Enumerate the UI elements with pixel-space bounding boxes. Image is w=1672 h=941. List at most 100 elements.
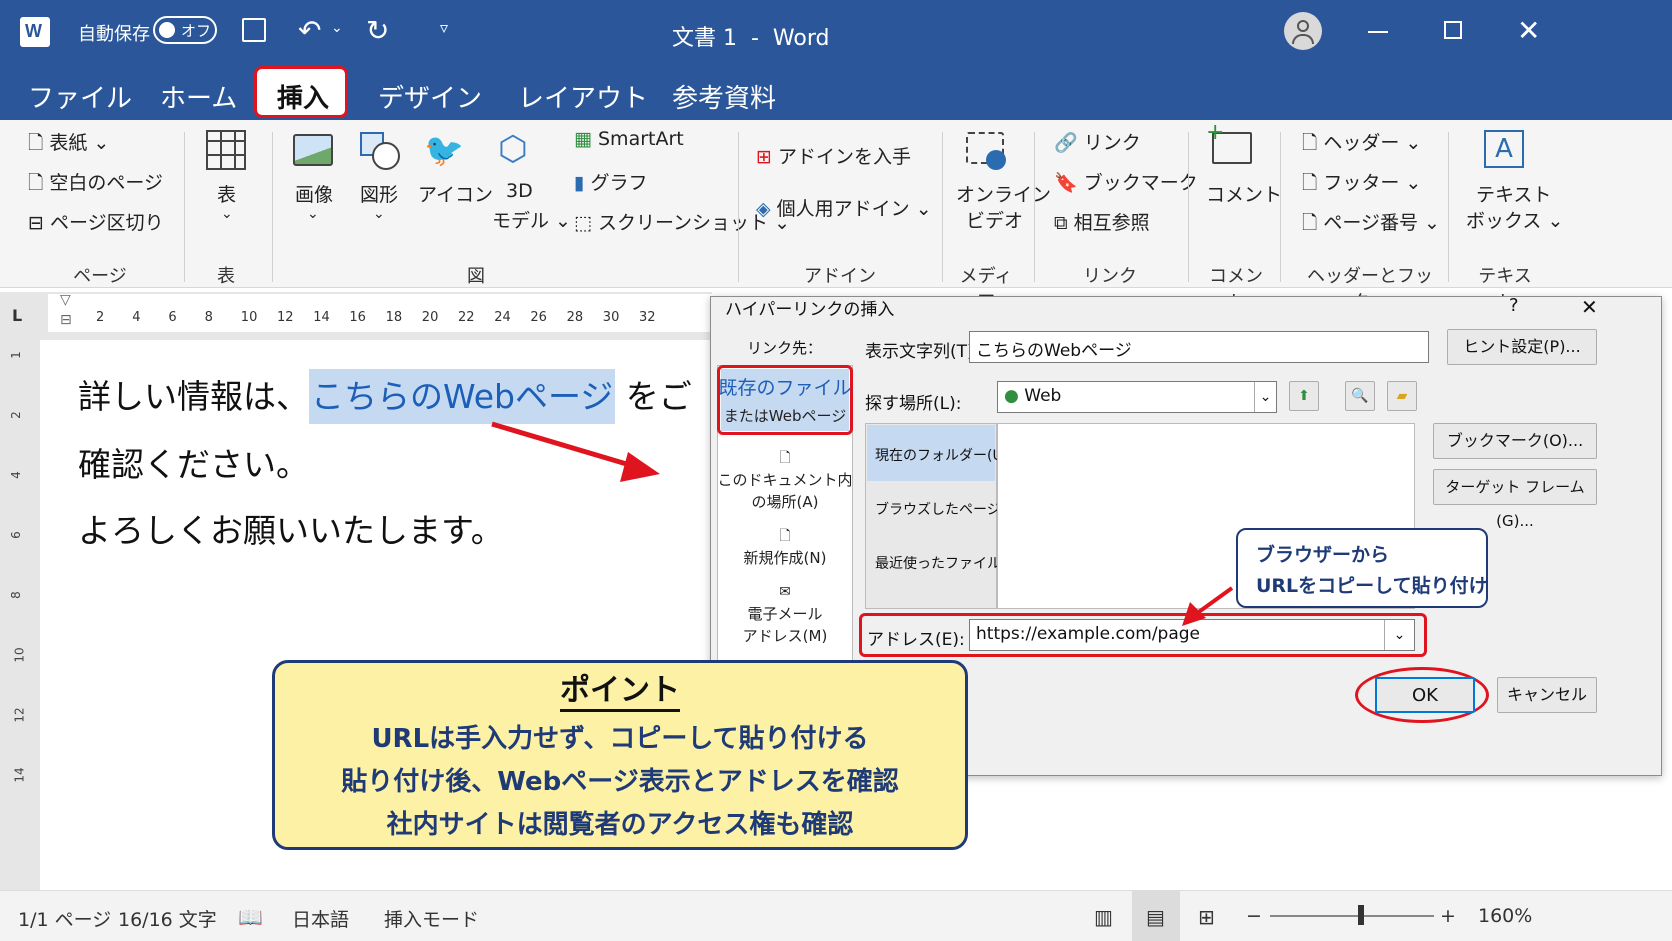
browse-file-icon[interactable]: ▰	[1387, 381, 1417, 411]
close-icon[interactable]: ✕	[1581, 295, 1598, 319]
link-button[interactable]: 🔗 リンク	[1054, 128, 1141, 155]
online-video-label-2[interactable]: ビデオ	[966, 206, 1023, 233]
link-icon: 🔗	[1054, 132, 1078, 154]
bookmark-button[interactable]: ブックマーク(O)...	[1433, 423, 1597, 459]
table-icon[interactable]	[206, 130, 246, 170]
ruler-number: 20	[421, 310, 439, 325]
bookmark-button[interactable]: 🔖 ブックマーク	[1054, 168, 1198, 195]
shapes-button[interactable]: 図形	[360, 180, 398, 207]
comment-button[interactable]: コメント	[1206, 180, 1282, 207]
page-count[interactable]: 1/1 ページ	[18, 905, 111, 932]
tab-references[interactable]: 参考資料	[672, 78, 776, 115]
title-bar: W 自動保存 オフ ↶ ⌄ ↻ ▿ 文書 1 - Word ✕	[0, 0, 1672, 64]
tab-insert-active[interactable]: 挿入	[254, 66, 348, 118]
zoom-slider[interactable]	[1270, 915, 1434, 917]
footer-button[interactable]: 🗋 フッター ⌄	[1302, 168, 1421, 201]
horizontal-ruler: L ▽ ⊟ 2 4 6 8 10 12 14 16 18 20 22 24 26 28 30 32	[0, 292, 712, 340]
cover-page-button[interactable]: 🗋 表紙 ⌄	[28, 128, 109, 161]
picture-button[interactable]: 画像	[295, 180, 333, 207]
tab-layout[interactable]: レイアウト	[518, 78, 648, 115]
table-button[interactable]: 表	[217, 180, 236, 207]
indent-marker-icon[interactable]: ⊟	[60, 312, 72, 328]
language[interactable]: 日本語	[292, 905, 349, 932]
chevron-down-icon[interactable]: ⌄	[373, 206, 385, 222]
tab-home[interactable]: ホーム	[160, 78, 237, 115]
look-in-select[interactable]: ● Web ⌄	[997, 381, 1277, 413]
screenshot-label: スクリーンショット	[598, 212, 769, 234]
chart-icon: ▮	[574, 172, 585, 194]
blank-page-button[interactable]: 🗋 空白のページ	[28, 168, 163, 201]
create-new-option[interactable]: 🗋 新規作成(N)	[717, 525, 853, 569]
proofing-icon[interactable]: 📖	[238, 905, 263, 929]
web-layout-icon[interactable]: ⊞	[1198, 905, 1215, 929]
close-icon[interactable]: ✕	[1517, 14, 1540, 47]
cancel-button[interactable]: キャンセル	[1497, 677, 1597, 713]
chart-label: グラフ	[590, 172, 648, 194]
model-3d-label-2[interactable]: モデル ⌄	[492, 206, 571, 233]
undo-icon[interactable]: ↶	[298, 14, 321, 47]
tab-design[interactable]: デザイン	[378, 78, 482, 115]
insert-mode[interactable]: 挿入モード	[384, 905, 479, 932]
comment-icon[interactable]: +	[1206, 120, 1252, 164]
textbox-label-1[interactable]: テキスト	[1476, 180, 1551, 207]
document-icon: 🗋	[779, 450, 791, 466]
smartart-button[interactable]: ▦ SmartArt	[574, 128, 684, 150]
ribbon-separator	[1280, 132, 1281, 282]
autosave-toggle[interactable]: オフ	[153, 16, 217, 44]
chevron-down-icon[interactable]: ⌄	[221, 206, 233, 222]
chevron-down-icon[interactable]: ⌄	[331, 20, 343, 36]
account-avatar[interactable]	[1284, 12, 1322, 50]
page-number-icon: 🗋	[1302, 212, 1318, 234]
ruler-number: 14	[313, 310, 330, 325]
chevron-down-icon: ⌄	[1384, 620, 1414, 650]
page-number-button[interactable]: 🗋 ページ番号 ⌄	[1302, 208, 1440, 241]
model-3d-label-1[interactable]: 3D	[506, 180, 533, 202]
doc-line-2: 確認ください。	[78, 445, 309, 484]
browse-web-icon[interactable]: 🔍	[1345, 381, 1375, 411]
ruler-number: 28	[566, 310, 584, 325]
maximize-icon[interactable]	[1444, 21, 1462, 39]
create-new-label: 新規作成(N)	[743, 549, 827, 567]
chart-button[interactable]: ▮ グラフ	[574, 168, 648, 195]
doc-text: をご	[625, 377, 692, 416]
page-break-button[interactable]: ⊟ ページ区切り	[28, 208, 164, 235]
place-in-doc-option[interactable]: 🗋 このドキュメント内 の場所(A)	[717, 447, 853, 513]
get-addins-button[interactable]: ⊞ アドインを入手	[756, 142, 911, 169]
crossref-button[interactable]: ⧉ 相互参照	[1054, 208, 1150, 235]
up-folder-icon[interactable]: ⬆	[1289, 381, 1319, 411]
tab-file[interactable]: ファイル	[28, 78, 132, 115]
textbox-icon[interactable]: A	[1484, 130, 1524, 168]
minimize-icon[interactable]	[1368, 31, 1388, 33]
zoom-out-button[interactable]: −	[1246, 905, 1262, 927]
save-icon[interactable]	[242, 18, 266, 42]
zoom-in-button[interactable]: +	[1440, 905, 1456, 927]
indent-marker-icon[interactable]: ▽	[60, 292, 71, 308]
textbox-label-2[interactable]: ボックス ⌄	[1466, 206, 1563, 233]
page-icon: 🗋	[28, 132, 44, 154]
header-button[interactable]: 🗋 ヘッダー ⌄	[1302, 128, 1421, 161]
my-addins-button[interactable]: ◈ 個人用アドイン ⌄	[756, 194, 932, 221]
online-video-label-1[interactable]: オンライン	[956, 180, 1051, 207]
word-count[interactable]: 16/16 文字	[118, 905, 217, 932]
store-icon: ⊞	[756, 146, 772, 168]
point-line-1: URLは手入力せず、コピーして貼り付ける	[371, 724, 869, 754]
zoom-level[interactable]: 160%	[1478, 905, 1532, 927]
tab-selector-icon[interactable]: L	[12, 306, 22, 325]
document-title: 文書 1 - Word	[672, 26, 830, 51]
group-label-illustrations: 図	[467, 266, 485, 287]
picture-icon[interactable]	[293, 134, 333, 166]
chevron-down-icon[interactable]: ⌄	[307, 206, 319, 222]
email-option[interactable]: ✉ 電子メール アドレス(M)	[717, 581, 853, 647]
target-frame-button[interactable]: ターゲット フレーム(G)...	[1433, 469, 1597, 530]
icons-button[interactable]: アイコン	[418, 180, 493, 207]
cube-3d-icon[interactable]: ⬡	[498, 130, 536, 168]
read-mode-icon[interactable]: ▥	[1094, 905, 1113, 929]
ok-button[interactable]: OK	[1375, 677, 1475, 713]
customize-qat-icon[interactable]: ▿	[440, 18, 448, 37]
redo-icon[interactable]: ↻	[366, 14, 389, 47]
screentip-button[interactable]: ヒント設定(P)...	[1447, 329, 1597, 365]
display-text-input[interactable]: こちらのWebページ	[969, 331, 1429, 363]
icons-icon[interactable]: 🐦	[424, 132, 464, 168]
help-button[interactable]: ?	[1509, 295, 1519, 316]
zoom-slider-thumb[interactable]	[1358, 905, 1364, 925]
